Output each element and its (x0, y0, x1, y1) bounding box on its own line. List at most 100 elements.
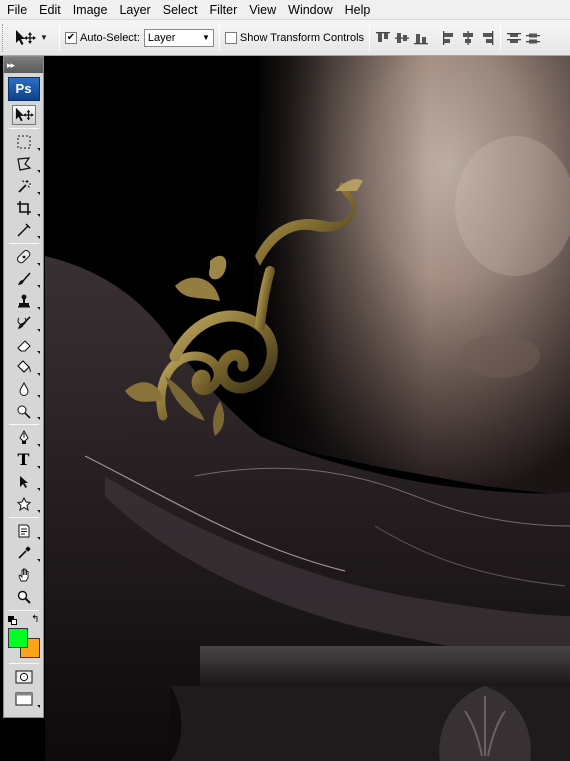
flyout-indicator (36, 395, 40, 398)
align-buttons (375, 30, 495, 46)
path-selection-tool[interactable] (12, 472, 40, 492)
flyout-indicator (36, 148, 40, 151)
move-tool[interactable] (11, 105, 36, 125)
flyout-indicator (36, 559, 40, 562)
align-bottom-edges-icon[interactable] (413, 30, 429, 46)
divider (218, 24, 220, 51)
align-top-edges-icon[interactable] (375, 30, 391, 46)
auto-select-checkbox[interactable]: ✔ (65, 31, 77, 44)
canvas-artwork (45, 56, 570, 761)
flyout-indicator (36, 329, 40, 332)
menu-image[interactable]: Image (68, 0, 115, 20)
eyedropper-tool[interactable] (12, 220, 40, 240)
crop-icon (16, 201, 31, 215)
menu-select[interactable]: Select (158, 0, 205, 20)
flyout-indicator (36, 236, 40, 239)
align-right-edges-icon[interactable] (479, 30, 495, 46)
menu-filter[interactable]: Filter (204, 0, 244, 20)
blur-tool[interactable] (12, 379, 40, 399)
screen-mode-button[interactable] (12, 689, 40, 709)
tools-panel-collapse[interactable]: ▸▸ (4, 57, 43, 73)
dodge-icon (17, 405, 31, 419)
photoshop-logo[interactable]: Ps (7, 77, 40, 101)
brush-icon (17, 272, 31, 285)
pen-nib-icon (18, 430, 29, 444)
menu-layer[interactable]: Layer (114, 0, 157, 20)
menu-view[interactable]: View (244, 0, 283, 20)
flyout-indicator (36, 170, 40, 173)
default-background-mini (10, 619, 17, 625)
magnifier-icon (17, 590, 31, 604)
divider (8, 424, 39, 425)
auto-select-label: Auto-Select: (80, 31, 140, 44)
tool-preset-picker[interactable]: ▼ (8, 24, 54, 52)
auto-select-dropdown[interactable]: Layer ▼ (143, 28, 214, 47)
show-transform-controls-checkbox[interactable] (224, 31, 237, 44)
brush-tool[interactable] (12, 269, 40, 289)
flyout-indicator (36, 488, 40, 491)
align-vertical-centers-icon[interactable] (394, 30, 410, 46)
hand-tool[interactable] (12, 565, 36, 585)
crop-tool[interactable] (12, 198, 40, 218)
foreground-color-swatch[interactable] (7, 628, 28, 648)
move-tool-icon (16, 29, 37, 45)
flyout-indicator (36, 417, 40, 420)
divider (8, 243, 39, 244)
hand-icon (17, 568, 28, 582)
polygonal-lasso-icon (16, 157, 31, 171)
default-colors-icon[interactable] (7, 616, 17, 625)
menu-file[interactable]: File (2, 0, 34, 20)
eyedropper-icon (17, 546, 30, 559)
swap-colors-icon[interactable]: ↰ (31, 614, 39, 625)
distribute-vertical-centers-icon[interactable] (525, 30, 541, 46)
marquee-tool[interactable] (12, 132, 40, 152)
notes-tool[interactable] (12, 521, 40, 541)
align-horizontal-centers-icon[interactable] (460, 30, 476, 46)
eraser-tool[interactable] (12, 335, 40, 355)
note-icon (18, 524, 29, 538)
flyout-indicator (36, 351, 40, 354)
history-brush-tool[interactable] (12, 313, 40, 333)
zoom-tool[interactable] (12, 587, 36, 607)
flyout-indicator (36, 307, 40, 310)
chevron-down-icon: ▼ (201, 33, 210, 42)
custom-shape-tool[interactable] (12, 494, 40, 514)
paint-bucket-tool[interactable] (12, 357, 40, 377)
healing-brush-tool[interactable] (12, 247, 40, 267)
flyout-indicator (36, 214, 40, 217)
divider (369, 24, 371, 51)
align-left-edges-icon[interactable] (441, 30, 457, 46)
slice-icon (16, 223, 31, 237)
chevron-down-icon: ▼ (40, 33, 48, 42)
flyout-indicator (36, 192, 40, 195)
menu-edit[interactable]: Edit (34, 0, 68, 20)
bandage-icon (16, 249, 30, 264)
menu-bar: File Edit Image Layer Select Filter View… (0, 0, 570, 20)
flyout-indicator (36, 510, 40, 513)
flyout-indicator (36, 705, 40, 708)
menu-help[interactable]: Help (340, 0, 378, 20)
pen-tool[interactable] (12, 428, 40, 448)
dodge-tool[interactable] (12, 401, 40, 421)
type-tool[interactable]: T (12, 450, 40, 470)
lasso-tool[interactable] (12, 154, 40, 174)
divider (8, 128, 39, 129)
flyout-indicator (36, 444, 40, 447)
document-canvas[interactable] (45, 56, 570, 761)
clone-stamp-tool[interactable] (12, 291, 40, 311)
color-sampler-tool[interactable] (12, 543, 40, 563)
flyout-indicator (36, 285, 40, 288)
quick-mask-toggle[interactable] (12, 667, 36, 687)
divider (8, 663, 39, 664)
options-bar: ▼ ✔ Auto-Select: Layer ▼ Show Transform … (0, 20, 570, 56)
quick-mask-icon (15, 670, 32, 684)
stamp-icon (17, 294, 30, 308)
magic-wand-icon (17, 180, 31, 193)
distribute-top-edges-icon[interactable] (506, 30, 522, 46)
menu-window[interactable]: Window (283, 0, 339, 20)
color-swatches: ↰ (6, 614, 42, 660)
magic-wand-tool[interactable] (12, 176, 40, 196)
auto-select-value: Layer (147, 31, 176, 44)
divider (59, 24, 60, 51)
tools-panel: ▸▸ Ps T ↰ (3, 56, 44, 718)
